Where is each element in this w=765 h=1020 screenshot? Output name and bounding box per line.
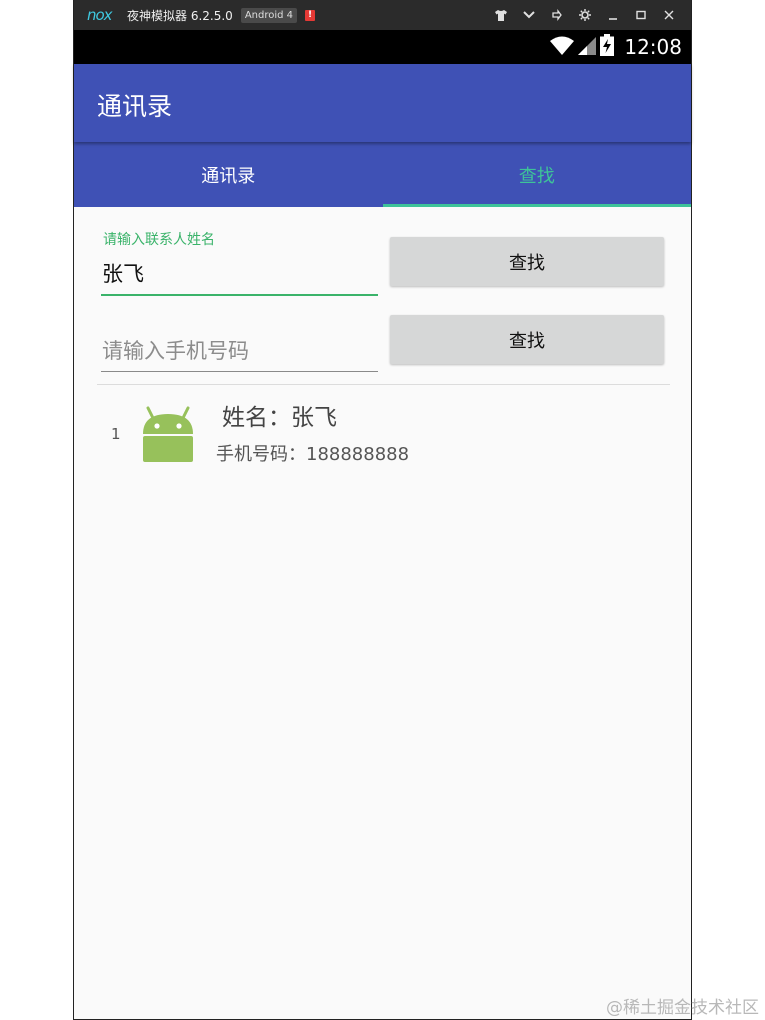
emulator-titlebar: nox 夜神模拟器 6.2.5.0 Android 4 !	[74, 0, 691, 30]
tab-search[interactable]: 查找	[382, 142, 691, 207]
result-index: 1	[111, 425, 121, 443]
status-icons: 12:08	[550, 34, 682, 60]
app-bar: 通讯录	[74, 64, 691, 142]
close-icon[interactable]	[655, 0, 683, 30]
maximize-icon[interactable]	[627, 0, 655, 30]
phone-input[interactable]	[101, 330, 378, 372]
android-version-badge: Android 4	[240, 7, 298, 23]
list-item[interactable]: 1 姓名：张飞 手机号码：188888888	[97, 392, 670, 474]
gear-icon[interactable]	[571, 0, 599, 30]
result-phone: 手机号码：188888888	[216, 444, 410, 465]
watermark: @稀土掘金技术社区	[606, 998, 759, 1018]
minimize-icon[interactable]	[599, 0, 627, 30]
result-name: 姓名：张飞	[222, 405, 337, 431]
tab-indicator	[382, 204, 691, 207]
tab-contacts[interactable]: 通讯录	[74, 142, 383, 207]
name-field-label: 请输入联系人姓名	[103, 232, 215, 248]
tab-bar: 通讯录 查找	[74, 142, 691, 207]
nox-logo: nox	[87, 6, 113, 24]
search-by-name-button[interactable]: 查找	[390, 237, 664, 286]
search-by-phone-button[interactable]: 查找	[390, 315, 664, 364]
status-bar: 12:08	[74, 30, 691, 64]
wifi-icon	[550, 36, 575, 59]
status-time: 12:08	[624, 35, 682, 59]
battery-charging-icon	[600, 34, 615, 60]
name-input[interactable]	[101, 252, 378, 296]
tab-search-label: 查找	[518, 165, 555, 187]
divider	[97, 384, 670, 385]
emulator-window: nox 夜神模拟器 6.2.5.0 Android 4 ! 12:08 通讯录 …	[73, 0, 692, 1020]
app-title: 通讯录	[97, 92, 173, 121]
pin-icon[interactable]	[543, 0, 571, 30]
signal-icon	[578, 36, 597, 59]
chevron-down-icon[interactable]	[515, 0, 543, 30]
emulator-name: 夜神模拟器 6.2.5.0	[127, 8, 233, 23]
android-icon	[140, 404, 196, 462]
tab-contacts-label: 通讯录	[201, 165, 256, 187]
titlebar-controls	[487, 0, 683, 30]
shirt-icon[interactable]	[487, 0, 515, 30]
alert-icon[interactable]: !	[305, 9, 316, 21]
